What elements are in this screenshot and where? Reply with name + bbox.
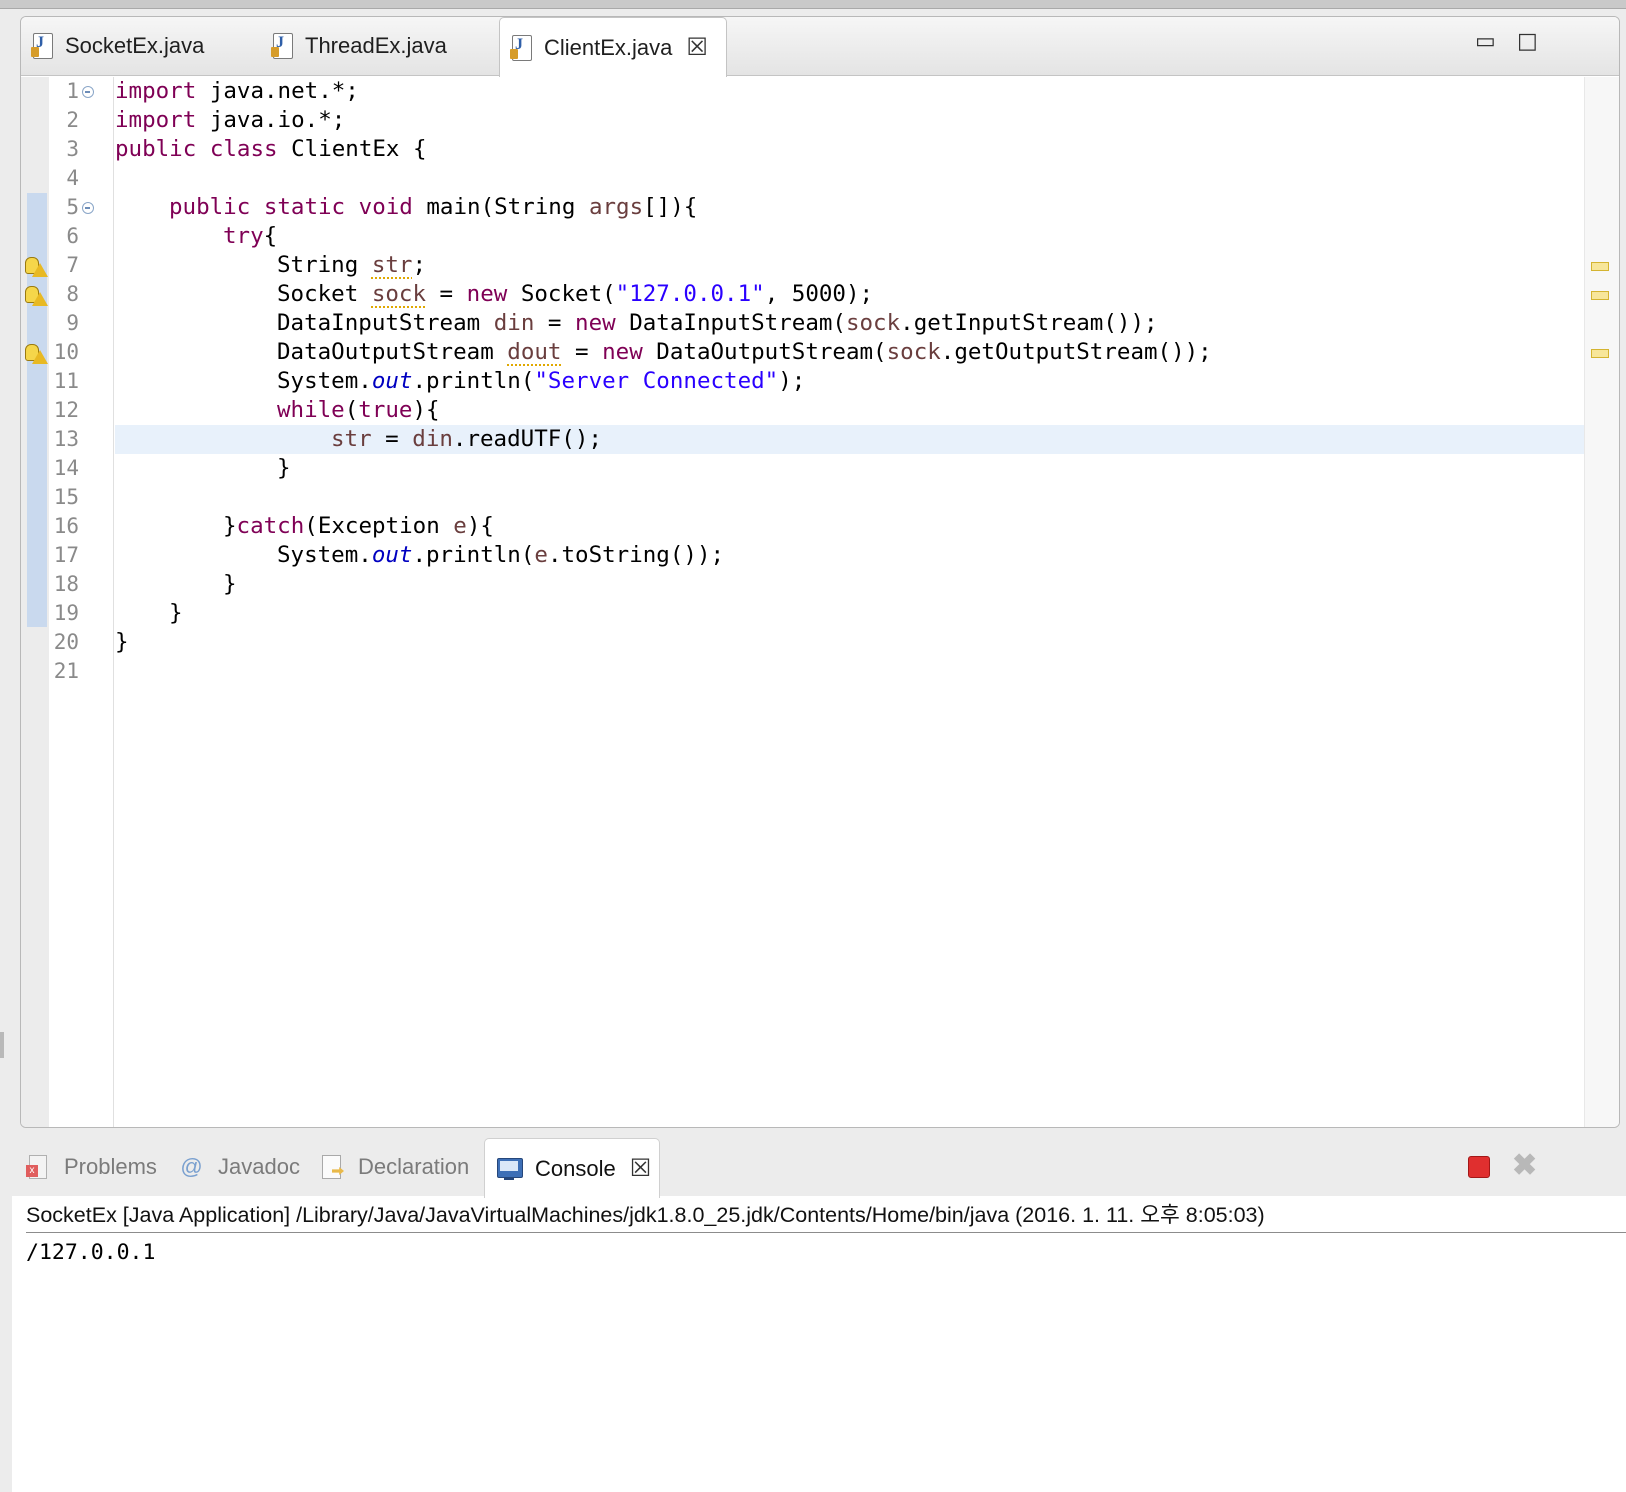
code-line: import java.io.*; — [115, 107, 346, 133]
code-line: Socket sock = new Socket("127.0.0.1", 50… — [277, 281, 874, 307]
code-text-area[interactable]: import java.net.*; import java.io.*; pub… — [115, 77, 1619, 1127]
code-line: } — [115, 629, 129, 655]
fold-collapse-icon[interactable] — [82, 202, 94, 214]
line-number: 10 — [53, 340, 79, 364]
java-file-icon: J — [271, 33, 293, 59]
console-icon — [497, 1157, 523, 1181]
line-number: 19 — [53, 601, 79, 625]
line-number: 21 — [53, 659, 79, 683]
tab-socketex-java[interactable]: J SocketEx.java — [21, 17, 261, 75]
tab-javadoc[interactable]: @ Javadoc — [180, 1138, 300, 1196]
console-process-label: SocketEx [Java Application] /Library/Jav… — [26, 1198, 1626, 1233]
close-tab-icon[interactable]: ☒ — [630, 1154, 652, 1183]
line-number: 5 — [66, 195, 79, 219]
tab-label: Problems — [64, 1154, 157, 1179]
code-line: String str; — [277, 252, 427, 278]
code-line: try{ — [223, 223, 278, 249]
line-number: 11 — [53, 369, 79, 393]
minimize-icon[interactable]: ▭ — [1475, 29, 1496, 54]
tab-threadex-java[interactable]: J ThreadEx.java — [261, 17, 499, 75]
current-code-line: str = din.readUTF(); — [115, 425, 1619, 454]
java-file-icon: J — [510, 34, 532, 61]
overview-ruler[interactable] — [1584, 77, 1619, 1127]
code-line: } — [223, 571, 237, 597]
line-number: 1 — [66, 79, 79, 103]
line-number: 15 — [53, 485, 79, 509]
fold-collapse-icon[interactable] — [82, 86, 94, 98]
panel-tab-bar: x Problems @ Javadoc Declaration Console… — [12, 1138, 1626, 1198]
line-number: 16 — [53, 514, 79, 538]
console-view-panel: x Problems @ Javadoc Declaration Console… — [12, 1138, 1626, 1492]
problems-icon: x — [26, 1155, 50, 1179]
warning-marker[interactable] — [1591, 262, 1609, 271]
line-number: 18 — [53, 572, 79, 596]
code-line: public class ClientEx { — [115, 136, 427, 162]
code-line: DataInputStream din = new DataInputStrea… — [277, 310, 1158, 336]
tab-problems[interactable]: x Problems — [26, 1138, 157, 1196]
terminate-icon[interactable] — [1468, 1156, 1490, 1178]
remove-launch-icon[interactable]: ✖ — [1512, 1148, 1537, 1183]
warning-marker[interactable] — [1591, 291, 1609, 300]
code-editor: J SocketEx.java J ThreadEx.java J Client… — [20, 16, 1620, 1128]
line-number: 6 — [66, 224, 79, 248]
tab-label: Declaration — [358, 1154, 470, 1179]
line-number: 13 — [53, 427, 79, 451]
code-line: } — [169, 600, 183, 626]
code-line: }catch(Exception e){ — [223, 513, 494, 539]
code-line: import java.net.*; — [115, 78, 359, 104]
line-number: 17 — [53, 543, 79, 567]
tab-label: ClientEx.java — [544, 34, 673, 60]
code-line: while(true){ — [277, 397, 440, 423]
line-number-ruler: 1 2 3 4 5 6 7 8 9 10 11 12 13 14 15 16 17 18 19 20 21 — [49, 77, 114, 1127]
sash-handle[interactable] — [0, 1032, 4, 1058]
line-number: 8 — [66, 282, 79, 306]
code-line: } — [277, 455, 291, 481]
window-top-bar — [0, 0, 1626, 9]
java-file-icon: J — [31, 33, 53, 59]
tab-clientex-java[interactable]: J ClientEx.java ☒ — [499, 17, 727, 77]
maximize-icon[interactable]: □ — [1517, 29, 1538, 54]
console-output[interactable]: /127.0.0.1 — [26, 1238, 155, 1268]
line-number: 20 — [53, 630, 79, 654]
tab-label: ThreadEx.java — [305, 33, 447, 58]
tab-label: Console — [535, 1155, 616, 1181]
line-number: 7 — [66, 253, 79, 277]
code-line: public static void main(String args[]){ — [169, 194, 698, 220]
line-number: 3 — [66, 137, 79, 161]
tab-declaration[interactable]: Declaration — [320, 1138, 469, 1196]
line-number: 2 — [66, 108, 79, 132]
code-line: System.out.println("Server Connected"); — [277, 368, 806, 394]
warning-marker[interactable] — [1591, 349, 1609, 358]
line-number: 9 — [66, 311, 79, 335]
declaration-icon — [320, 1155, 344, 1179]
line-number: 4 — [66, 166, 79, 190]
code-line: System.out.println(e.toString()); — [277, 542, 725, 568]
code-line: DataOutputStream dout = new DataOutputSt… — [277, 339, 1212, 365]
tab-label: SocketEx.java — [65, 33, 205, 58]
at-sign-icon: @ — [180, 1154, 203, 1179]
close-tab-icon[interactable]: ☒ — [686, 33, 708, 62]
tab-label: Javadoc — [218, 1154, 300, 1179]
tab-console[interactable]: Console ☒ — [484, 1138, 660, 1198]
line-number: 14 — [53, 456, 79, 480]
line-number: 12 — [53, 398, 79, 422]
editor-tab-bar: J SocketEx.java J ThreadEx.java J Client… — [21, 17, 1619, 77]
